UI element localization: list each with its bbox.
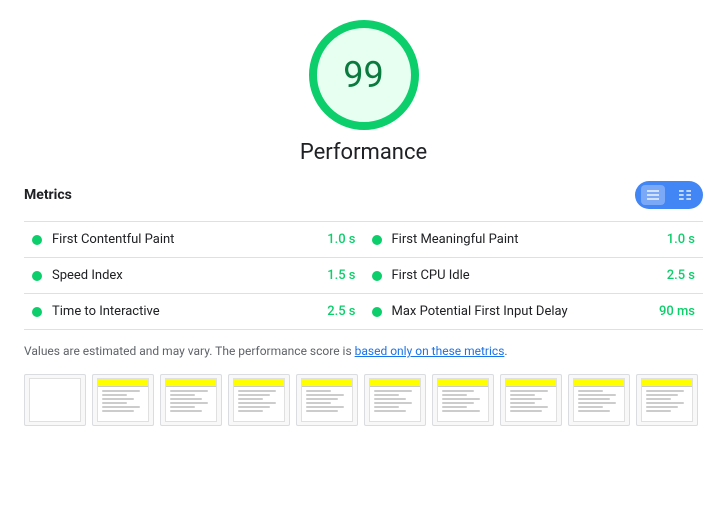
metric-name: First Meaningful Paint	[392, 232, 659, 247]
list-view-button[interactable]	[641, 185, 665, 205]
filmstrip-frame	[92, 374, 154, 426]
metric-row: First Meaningful Paint 1.0 s	[364, 222, 704, 258]
metric-row: Max Potential First Input Delay 90 ms	[364, 294, 704, 330]
metric-dot-green	[372, 271, 382, 281]
filmstrip-frame	[636, 374, 698, 426]
metric-value: 1.5 s	[327, 268, 355, 283]
metrics-link[interactable]: based only on these metrics	[355, 344, 505, 358]
metric-name: Max Potential First Input Delay	[392, 304, 651, 319]
filmstrip	[24, 374, 703, 426]
metric-name: Time to Interactive	[52, 304, 319, 319]
filmstrip-frame	[296, 374, 358, 426]
metric-row: First CPU Idle 2.5 s	[364, 258, 704, 294]
metric-row: First Contentful Paint 1.0 s	[24, 222, 364, 258]
metric-value: 1.0 s	[667, 232, 695, 247]
score-number: 99	[343, 54, 383, 96]
metric-dot-green	[32, 307, 42, 317]
metric-name: Speed Index	[52, 268, 319, 283]
metric-row: Speed Index 1.5 s	[24, 258, 364, 294]
metric-dot-green	[32, 235, 42, 245]
filmstrip-frame	[160, 374, 222, 426]
score-circle: 99	[309, 20, 419, 130]
filmstrip-frame	[364, 374, 426, 426]
metric-dot-green	[32, 271, 42, 281]
footer-text-before: Values are estimated and may vary. The p…	[24, 344, 355, 358]
filmstrip-frame	[228, 374, 290, 426]
metrics-header: Metrics	[24, 181, 703, 209]
score-section: 99 Performance	[24, 20, 703, 165]
filmstrip-frame	[432, 374, 494, 426]
footer-text-after: .	[504, 344, 507, 358]
metric-name: First CPU Idle	[392, 268, 659, 283]
score-label: Performance	[300, 140, 427, 165]
metric-value: 2.5 s	[667, 268, 695, 283]
metric-name: First Contentful Paint	[52, 232, 319, 247]
filmstrip-frame	[24, 374, 86, 426]
metric-row: Time to Interactive 2.5 s	[24, 294, 364, 330]
metrics-title: Metrics	[24, 187, 72, 203]
filmstrip-frame	[568, 374, 630, 426]
view-toggle[interactable]	[635, 181, 703, 209]
metric-dot-green	[372, 235, 382, 245]
footer-note: Values are estimated and may vary. The p…	[24, 342, 703, 360]
metric-dot-green	[372, 307, 382, 317]
filmstrip-frame	[500, 374, 562, 426]
metrics-grid: First Contentful Paint 1.0 s First Meani…	[24, 221, 703, 330]
metric-value: 1.0 s	[327, 232, 355, 247]
metric-value: 90 ms	[659, 304, 695, 319]
grid-icon	[677, 187, 693, 203]
metric-value: 2.5 s	[327, 304, 355, 319]
grid-view-button[interactable]	[673, 185, 697, 205]
list-lines-icon	[645, 187, 661, 203]
